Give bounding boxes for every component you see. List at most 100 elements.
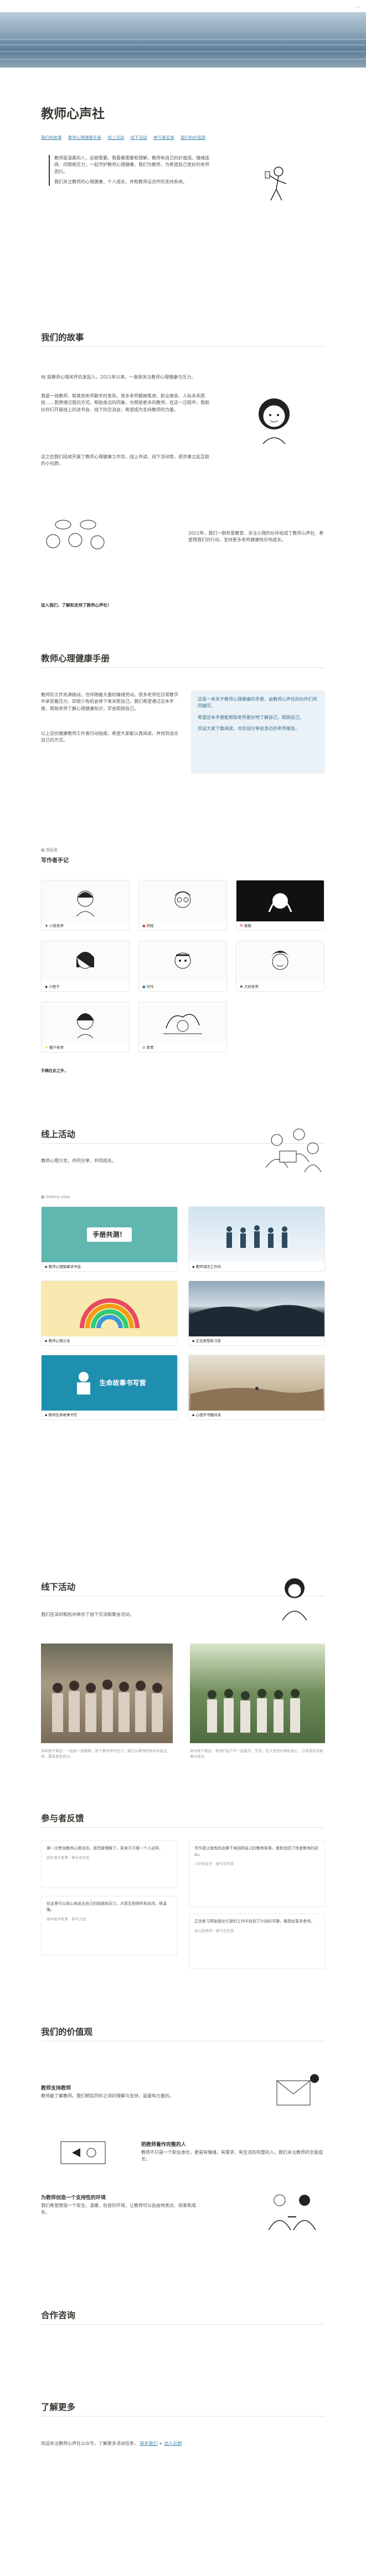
gallery-label-text: Gallery view bbox=[45, 1195, 70, 1199]
callout-text: 这是一本关于教师心理健康的手册，由教师心声社的伙伴们共同编写。 bbox=[198, 697, 317, 709]
callout-text: 希望这本手册能帮助老师更好地了解自己，照顾自己。 bbox=[198, 714, 304, 720]
card-icon: ★ bbox=[45, 924, 48, 928]
feedback-card: 写作营让我有机会静下来回顾自己的教育故事，重新找回了热爱教育的初心。 小学班主任… bbox=[189, 1841, 325, 1907]
top-bar: ⋯ bbox=[0, 0, 366, 12]
toc-link[interactable]: 教师心理健康手册 bbox=[68, 135, 101, 140]
card-caption-text: 薇薇 bbox=[244, 924, 251, 928]
card-image bbox=[139, 880, 226, 921]
gallery-card[interactable]: ▪ 心理学书籍共读 bbox=[188, 1355, 325, 1421]
intro-quote: 教师是温柔的人，总被需要。我看着需要和理解，教师有自己的价值观、情绪选择、问题和… bbox=[49, 155, 209, 186]
section-heading-story: 我们的故事 bbox=[41, 333, 84, 343]
card-icon: ✿ bbox=[142, 1045, 146, 1050]
card-caption-text: 小熊老师 bbox=[49, 924, 64, 928]
card-icon: ♣ bbox=[240, 984, 243, 989]
story-paragraph: 我是一线教师，和其他老师聊天时发现，很多老师都被焦虑、职业倦怠、人际关系困扰……… bbox=[41, 393, 209, 412]
join-link[interactable]: 加入社群 bbox=[164, 2441, 182, 2446]
value-illustration bbox=[271, 2070, 324, 2114]
cover-image bbox=[0, 12, 366, 68]
gallery-card[interactable]: 手册共测！ ▪ 教师心理健康读书会 bbox=[41, 1206, 178, 1272]
handbook-paragraph: 教师的工作充满挑战，也伴随着大量的情绪劳动。很多老师在日常教学中承受着压力，却很… bbox=[41, 692, 178, 711]
gallery-card[interactable]: ★ 小熊老师 bbox=[41, 880, 130, 931]
card-caption: ▪ 教师生命故事书写 bbox=[42, 1411, 177, 1419]
gallery-card[interactable]: ● 玲玲 bbox=[138, 941, 227, 992]
value-illustration bbox=[55, 2136, 111, 2169]
gallery-card[interactable]: ✿ 青青 bbox=[138, 1002, 227, 1053]
feedback-text: 写作营让我有机会静下来回顾自己的教育故事，重新找回了热爱教育的初心。 bbox=[194, 1846, 318, 1857]
card-caption-text: 教师减压工作坊 bbox=[195, 1264, 221, 1269]
handbook-paragraph: 以上这份健康教师工作者行动指南，希望大家能认真阅读，并找到适合自己的方式。 bbox=[41, 731, 178, 743]
toc-link[interactable]: 我们的故事 bbox=[41, 135, 62, 140]
separator: + bbox=[159, 2441, 164, 2446]
gallery-view-label[interactable]: ▦ 图画册 bbox=[41, 847, 58, 853]
grid-icon: ▦ bbox=[41, 1195, 46, 1199]
card-caption: ◆ 小橙子 bbox=[42, 982, 129, 991]
card-caption-text: 阿程 bbox=[146, 924, 154, 928]
card-icon: ● bbox=[142, 984, 146, 989]
divider bbox=[41, 346, 325, 347]
online-gallery: 手册共测！ ▪ 教师心理健康读书会 ▪ 教师减压工作坊 ▪ 教师心理沙龙 ▪ 正… bbox=[41, 1206, 325, 1421]
gallery-card[interactable]: ▪ 教师减压工作坊 bbox=[188, 1206, 325, 1272]
card-image bbox=[42, 1281, 177, 1337]
card-caption-text: 教师心理健康读书会 bbox=[48, 1264, 81, 1269]
card-caption: ▪ 正念冥想练习营 bbox=[189, 1336, 324, 1345]
card-icon: ● bbox=[142, 924, 146, 928]
card-image bbox=[139, 1002, 226, 1044]
divider bbox=[41, 667, 325, 668]
girl-illustration bbox=[249, 393, 299, 445]
table-of-contents: 我们的故事 教师心理健康手册 线上活动 线下活动 参与者反馈 我们的价值观 bbox=[41, 134, 325, 141]
card-caption: ✿ 青青 bbox=[139, 1043, 226, 1052]
offline-paragraph: 我们在深圳和杭州举办了线下交流和聚会活动。 bbox=[41, 1612, 134, 1617]
card-caption: ● 阿程 bbox=[139, 921, 226, 930]
intro-paragraph: 我们关注教师的心理健康，个人成长，并和教师话合作的支持系统。 bbox=[54, 179, 187, 185]
card-icon: ☀ bbox=[45, 1045, 48, 1050]
value-title: 把教师看作完整的人 bbox=[141, 2142, 187, 2148]
card-image: 生命故事书写营 bbox=[42, 1355, 177, 1411]
card-caption: ♣ 大树老师 bbox=[236, 982, 324, 991]
story-paragraph: NJ 是教师心理关怀的发起人。2021年以来，一直很关注教师心理健康与压力。 bbox=[41, 375, 196, 380]
card-caption-text: 青青 bbox=[146, 1045, 154, 1050]
feedback-text: 第一次参加教师心理活动，感觉被理解了，原来不只我一个人这样。 bbox=[47, 1846, 163, 1851]
gallery-card[interactable]: ◆ 小橙子 bbox=[41, 941, 130, 992]
gallery-card[interactable]: ☀ 橘子老师 bbox=[41, 1002, 130, 1053]
handbook-subheading: 写作者手记 bbox=[41, 858, 69, 864]
card-banner: 手册共测！ bbox=[87, 1227, 132, 1242]
section-heading-values: 我们的价值观 bbox=[41, 2027, 93, 2037]
toc-link[interactable]: 线上活动 bbox=[107, 135, 124, 140]
card-caption: ♥ 薇薇 bbox=[236, 921, 324, 930]
gallery-card[interactable]: 生命故事书写营 ▪ 教师生命故事书写 bbox=[41, 1355, 178, 1421]
card-caption-text: 小橙子 bbox=[49, 984, 60, 989]
gallery-card[interactable]: ♥ 薇薇 bbox=[236, 880, 324, 931]
section-heading-learn-more: 了解更多 bbox=[41, 2402, 76, 2412]
value-item: 把教师看作完整的人 教师不只是一个职业身份，更是有情绪、有需求、有生活的完整的人… bbox=[141, 2142, 324, 2163]
feedback-meta: 幼儿园老师 · 参与正念营 bbox=[194, 1928, 234, 1933]
card-image bbox=[42, 880, 129, 921]
gallery-card[interactable]: ▪ 正念冥想练习营 bbox=[188, 1281, 325, 1346]
feedback-text: 正念练习帮助我在忙碌的工作中找到了片刻的平静，推荐给更多老师。 bbox=[194, 1919, 315, 1924]
card-caption: ★ 小熊老师 bbox=[42, 921, 129, 930]
card-caption: ▪ 教师心理沙龙 bbox=[42, 1336, 177, 1345]
gallery-card[interactable]: ▪ 教师心理沙龙 bbox=[41, 1281, 178, 1346]
value-text: 教师最了解教师。我们相信同伴之间的理解与支持，是最有力量的。 bbox=[41, 2093, 174, 2098]
feedback-card: 第一次参加教师心理活动，感觉被理解了，原来不只我一个人这样。 初中语文老师 · … bbox=[41, 1841, 177, 1888]
teacher-illustration bbox=[252, 162, 296, 206]
feedback-card: 正念练习帮助我在忙碌的工作中找到了片刻的平静，推荐给更多老师。 幼儿园老师 · … bbox=[189, 1914, 325, 1969]
card-image bbox=[42, 1002, 129, 1044]
grid-icon: ▦ bbox=[41, 848, 46, 852]
gallery-card[interactable]: ● 阿程 bbox=[138, 880, 227, 931]
card-banner: 生命故事书写营 bbox=[99, 1378, 146, 1387]
contact-link[interactable]: 联系我们 bbox=[140, 2441, 158, 2446]
toc-link[interactable]: 参与者反馈 bbox=[153, 135, 174, 140]
learn-more-body: 欢迎关注教师心声社公众号，了解更多活动信息， bbox=[41, 2441, 138, 2446]
toc-link[interactable]: 线下活动 bbox=[131, 135, 147, 140]
more-options-icon[interactable]: ⋯ bbox=[354, 2, 360, 12]
offline-illustration bbox=[266, 1572, 324, 1621]
handbook-gallery: ★ 小熊老师 ● 阿程 ♥ 薇薇 ◆ 小橙子 ● 玲玲 ♣ 大树老师 ☀ 橘子老… bbox=[41, 880, 325, 1053]
card-caption-text: 橘子老师 bbox=[49, 1045, 64, 1050]
gallery-card[interactable]: ♣ 大树老师 bbox=[236, 941, 324, 992]
card-image bbox=[189, 1207, 324, 1262]
section-heading-feedback: 参与者反馈 bbox=[41, 1813, 84, 1823]
card-caption-text: 正念冥想练习营 bbox=[195, 1339, 221, 1344]
toc-link[interactable]: 我们的价值观 bbox=[181, 135, 205, 140]
gallery-view-label[interactable]: ▦ Gallery view bbox=[41, 1194, 70, 1200]
photo-caption: 深圳线下聚会：一起玩一起畅聊，放下教学中的压力，我们从教师的身份中走出来，重新发… bbox=[41, 1749, 167, 1759]
